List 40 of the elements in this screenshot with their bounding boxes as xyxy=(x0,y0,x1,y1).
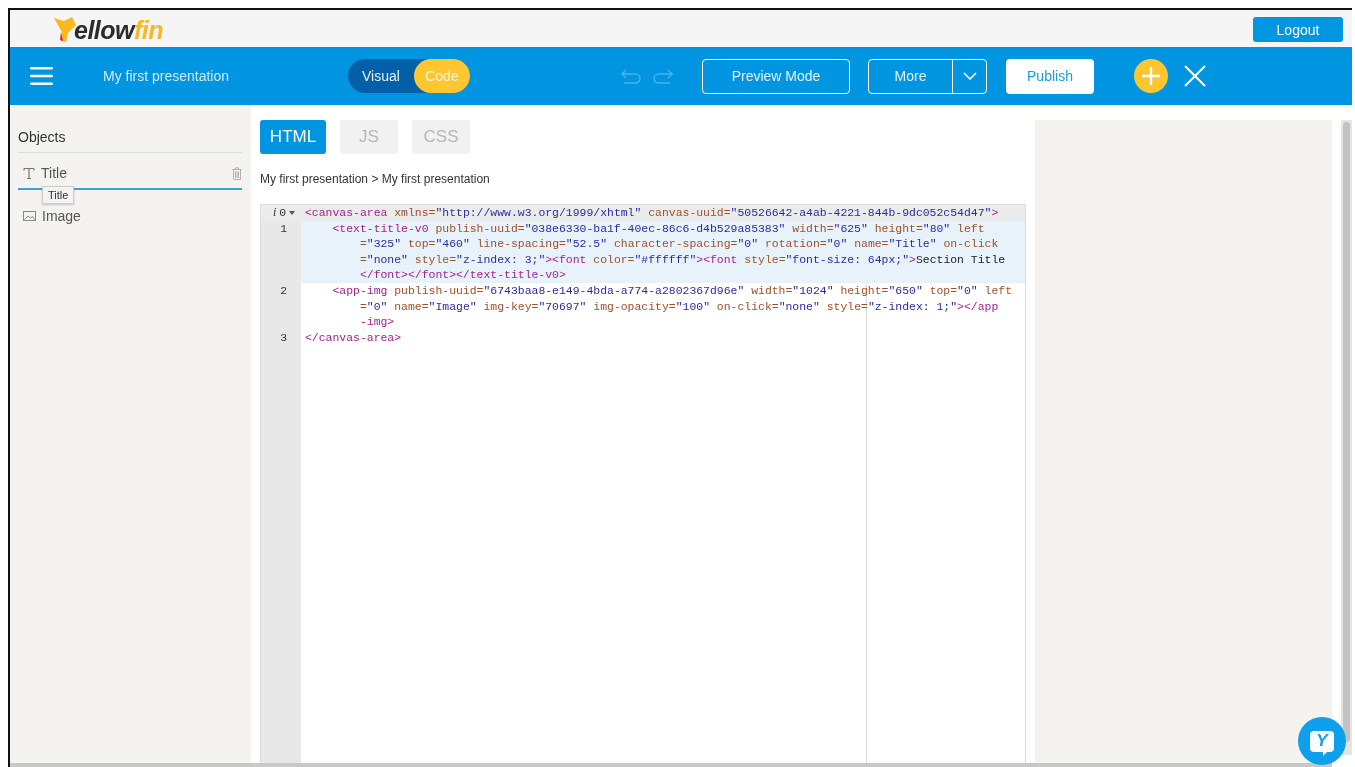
code-text: <app-img publish-uuid="6743baa8-e149-4bda-a774-a2802367d96e" width="1024" height="650" top="0" left xyxy=(331,283,1013,297)
code-text: </font></font></text-title-v0> xyxy=(359,268,566,282)
line-number: 2 xyxy=(280,282,287,299)
image-type-icon xyxy=(23,211,36,221)
code-text: -img> xyxy=(359,315,395,329)
code-tab[interactable]: JS xyxy=(340,120,398,154)
vertical-scrollbar[interactable] xyxy=(1341,120,1352,755)
object-label: Title xyxy=(41,165,68,181)
code-tab[interactable]: HTML xyxy=(260,120,326,154)
objects-heading: Objects xyxy=(18,129,67,147)
code-tab[interactable]: CSS xyxy=(412,120,470,154)
code-text: <text-title-v0 publish-uuid="038e6330-ba1f-40ec-86c6-d4b529a85383" width="625" height="80" left xyxy=(331,221,985,235)
line-number: 0 xyxy=(279,205,287,221)
code-text: <canvas-area xmlns="http://www.w3.org/1999/xhtml" canvas-uuid="50526642-a4ab-4221-844b-9dc052c54d47"> xyxy=(305,206,999,219)
add-button[interactable] xyxy=(1134,59,1168,93)
close-button[interactable] xyxy=(1183,64,1207,88)
line-number: 3 xyxy=(280,329,287,346)
publish-button[interactable]: Publish xyxy=(1006,58,1094,94)
fold-caret-icon[interactable] xyxy=(289,210,296,215)
trash-icon[interactable] xyxy=(232,166,242,180)
close-icon xyxy=(1183,64,1207,88)
logo-text: ellowfin xyxy=(74,17,164,43)
tooltip: Title xyxy=(42,186,75,204)
logout-button[interactable]: Logout xyxy=(1253,17,1343,42)
mode-option[interactable]: Visual xyxy=(348,59,414,93)
info-icon[interactable]: i xyxy=(272,205,277,221)
preview-mode-button[interactable]: Preview Mode xyxy=(702,58,850,94)
object-item[interactable]: Image xyxy=(18,207,242,227)
code-text: ="0" name="Image" img-key="70697" img-opacity="100" on-click="none" style="z-index: 1;"></app xyxy=(359,299,999,313)
presentation-title: My first presentation xyxy=(103,68,231,84)
code-text: </canvas-area> xyxy=(305,330,402,344)
text-type-icon xyxy=(23,167,35,179)
plus-icon xyxy=(1141,66,1161,86)
menu-icon[interactable] xyxy=(30,67,53,85)
chevron-down-icon xyxy=(962,72,977,80)
line-number: 1 xyxy=(280,220,287,237)
breadcrumb: My first presentation > My first presentation xyxy=(260,172,491,186)
code-text: ="none" style="z-index: 3;"><font color="#ffffff"><font style="font-size: 64px;">Section Title xyxy=(359,252,1006,266)
object-label: Image xyxy=(42,208,82,224)
code-text: ="325" top="460" line-spacing="52.5" character-spacing="0" rotation="0" name="Title" on-click xyxy=(359,237,999,251)
